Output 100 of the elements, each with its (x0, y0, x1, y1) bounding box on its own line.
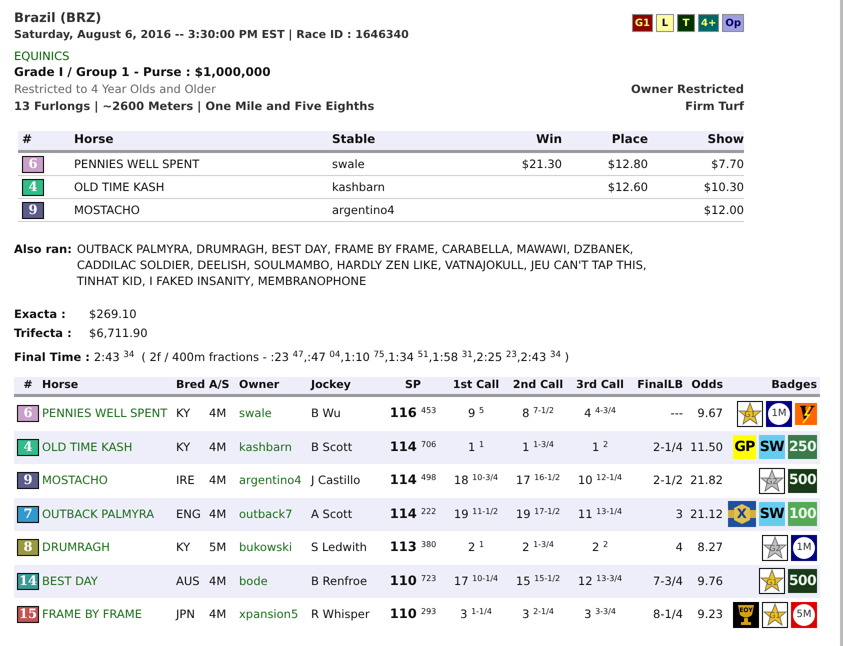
race-tag: Op (722, 14, 744, 32)
call-position: 9 $^{5}$ (468, 405, 484, 422)
table-cell: 9.23 (697, 606, 723, 624)
owner-restriction: Owner Restricted (630, 81, 744, 98)
call-position: 15 $^{15-1/2}$ (516, 572, 560, 590)
table-cell: 7-3/4 (653, 572, 683, 590)
table-cell: kashbarn (332, 180, 385, 194)
surface: Firm Turf (685, 98, 744, 115)
column-header: # (23, 377, 33, 394)
table-cell: MOSTACHO (74, 202, 140, 217)
speed-figure: 110 $^{293}$ (390, 606, 436, 624)
post-number: 9 (22, 202, 44, 220)
table-cell: $21.30 (522, 156, 562, 171)
table-cell: KY (176, 438, 190, 456)
column-header: Horse (74, 132, 114, 146)
owner-link[interactable]: xpansion5 (239, 606, 298, 624)
column-header: 3rd Call (576, 377, 624, 394)
column-header: # (22, 132, 32, 146)
horse-link[interactable]: DRUMRAGH (42, 539, 110, 556)
table-cell: JPN (176, 606, 195, 624)
table-cell: A Scott (311, 506, 352, 523)
speed-figure: 114 $^{222}$ (390, 506, 436, 524)
table-cell: 4M (209, 405, 226, 422)
table-cell: B Renfroe (311, 572, 368, 590)
column-header: Jockey (311, 377, 351, 394)
horse-link[interactable]: FRAME BY FRAME (42, 606, 142, 624)
post-number: 6 (17, 405, 39, 422)
post-number: 15 (17, 606, 39, 624)
owner-link[interactable]: outback7 (239, 506, 292, 523)
column-header: SP (405, 377, 421, 394)
horse-link[interactable]: OLD TIME KASH (42, 438, 132, 456)
column-header: A/S (209, 377, 230, 394)
star-badge: G1 (762, 602, 788, 628)
tile-badge: SW (758, 435, 785, 460)
call-position: 11 $^{13-1/4}$ (578, 506, 622, 523)
owner-link[interactable]: swale (239, 405, 272, 422)
circle-badge: 1M (791, 534, 817, 561)
horse-link[interactable]: PENNIES WELL SPENT (42, 405, 168, 422)
race-title: Brazil (BRZ) (14, 10, 102, 27)
table-cell: IRE (176, 472, 195, 490)
race-restriction: Restricted to 4 Year Olds and Older (14, 81, 217, 98)
star-badge: G1 (737, 400, 763, 427)
table-cell: --- (670, 405, 683, 422)
table-cell: 4M (209, 472, 226, 490)
table-cell: 2-1/4 (653, 438, 683, 456)
table-cell: 8-1/4 (653, 606, 683, 624)
table-cell: KY (176, 405, 190, 422)
call-position: 17 $^{10-1/4}$ (454, 572, 498, 590)
column-header: Bred (176, 377, 206, 394)
owner-link[interactable]: bukowski (239, 539, 292, 556)
post-number: 6 (22, 156, 44, 174)
call-position: 19 $^{11-1/2}$ (454, 506, 498, 523)
column-header: 2nd Call (512, 377, 564, 394)
table-cell: KY (176, 539, 190, 556)
belt-badge: X (728, 501, 756, 528)
table-cell: swale (332, 156, 365, 171)
column-header: Place (612, 132, 648, 146)
tile-badge: GP (733, 435, 756, 460)
tile-badge: 500 (788, 569, 817, 594)
tile-badge: 500 (788, 468, 817, 493)
tile-badge: 250 (788, 435, 817, 460)
payout-value: $269.10 (89, 306, 137, 323)
column-header: Horse (42, 377, 78, 394)
table-cell: PENNIES WELL SPENT (74, 156, 200, 171)
table-cell: argentino4 (332, 202, 395, 217)
column-header: Win (536, 132, 562, 146)
table-cell: $7.70 (711, 156, 744, 171)
table-cell: B Scott (311, 438, 352, 456)
call-position: 1 $^{1}$ (468, 438, 484, 456)
horse-link[interactable]: MOSTACHO (42, 472, 108, 490)
table-cell: 3 (676, 506, 683, 523)
table-cell: 21.82 (690, 472, 723, 490)
table-cell: $12.60 (608, 180, 648, 194)
table-cell: 11.50 (690, 438, 723, 456)
owner-link[interactable]: kashbarn (239, 438, 292, 456)
table-cell: R Whisper (311, 606, 370, 624)
owner-link[interactable]: bode (239, 572, 268, 590)
final-time: 2:43 $^{34}$ (94, 348, 134, 366)
owner-link[interactable]: argentino4 (239, 472, 302, 490)
also-ran-label: Also ran: (14, 241, 72, 258)
column-header: 1st Call (452, 377, 500, 394)
call-position: 18 $^{10-3/4}$ (454, 472, 498, 490)
horse-link[interactable]: BEST DAY (42, 572, 98, 590)
column-header: Stable (332, 132, 376, 146)
post-number: 14 (17, 572, 39, 590)
table-cell: OLD TIME KASH (74, 180, 164, 194)
horse-link[interactable]: OUTBACK PALMYRA (42, 506, 154, 523)
table-cell: 5M (209, 539, 226, 556)
tile-badge: 100 (788, 502, 817, 526)
post-number: 7 (17, 506, 39, 523)
column-header: Odds (691, 377, 723, 394)
speed-figure: 114 $^{706}$ (390, 438, 436, 456)
race-tag: G1 (632, 14, 653, 32)
call-position: 1 $^{2}$ (592, 438, 608, 456)
speed-figure: 113 $^{380}$ (390, 539, 436, 557)
star-badge: G2 (762, 534, 788, 561)
race-tag: T (676, 14, 695, 32)
speed-figure: 116 $^{453}$ (390, 405, 436, 423)
star-badge: G1 (758, 568, 785, 594)
tile-badge: SW (758, 502, 785, 526)
